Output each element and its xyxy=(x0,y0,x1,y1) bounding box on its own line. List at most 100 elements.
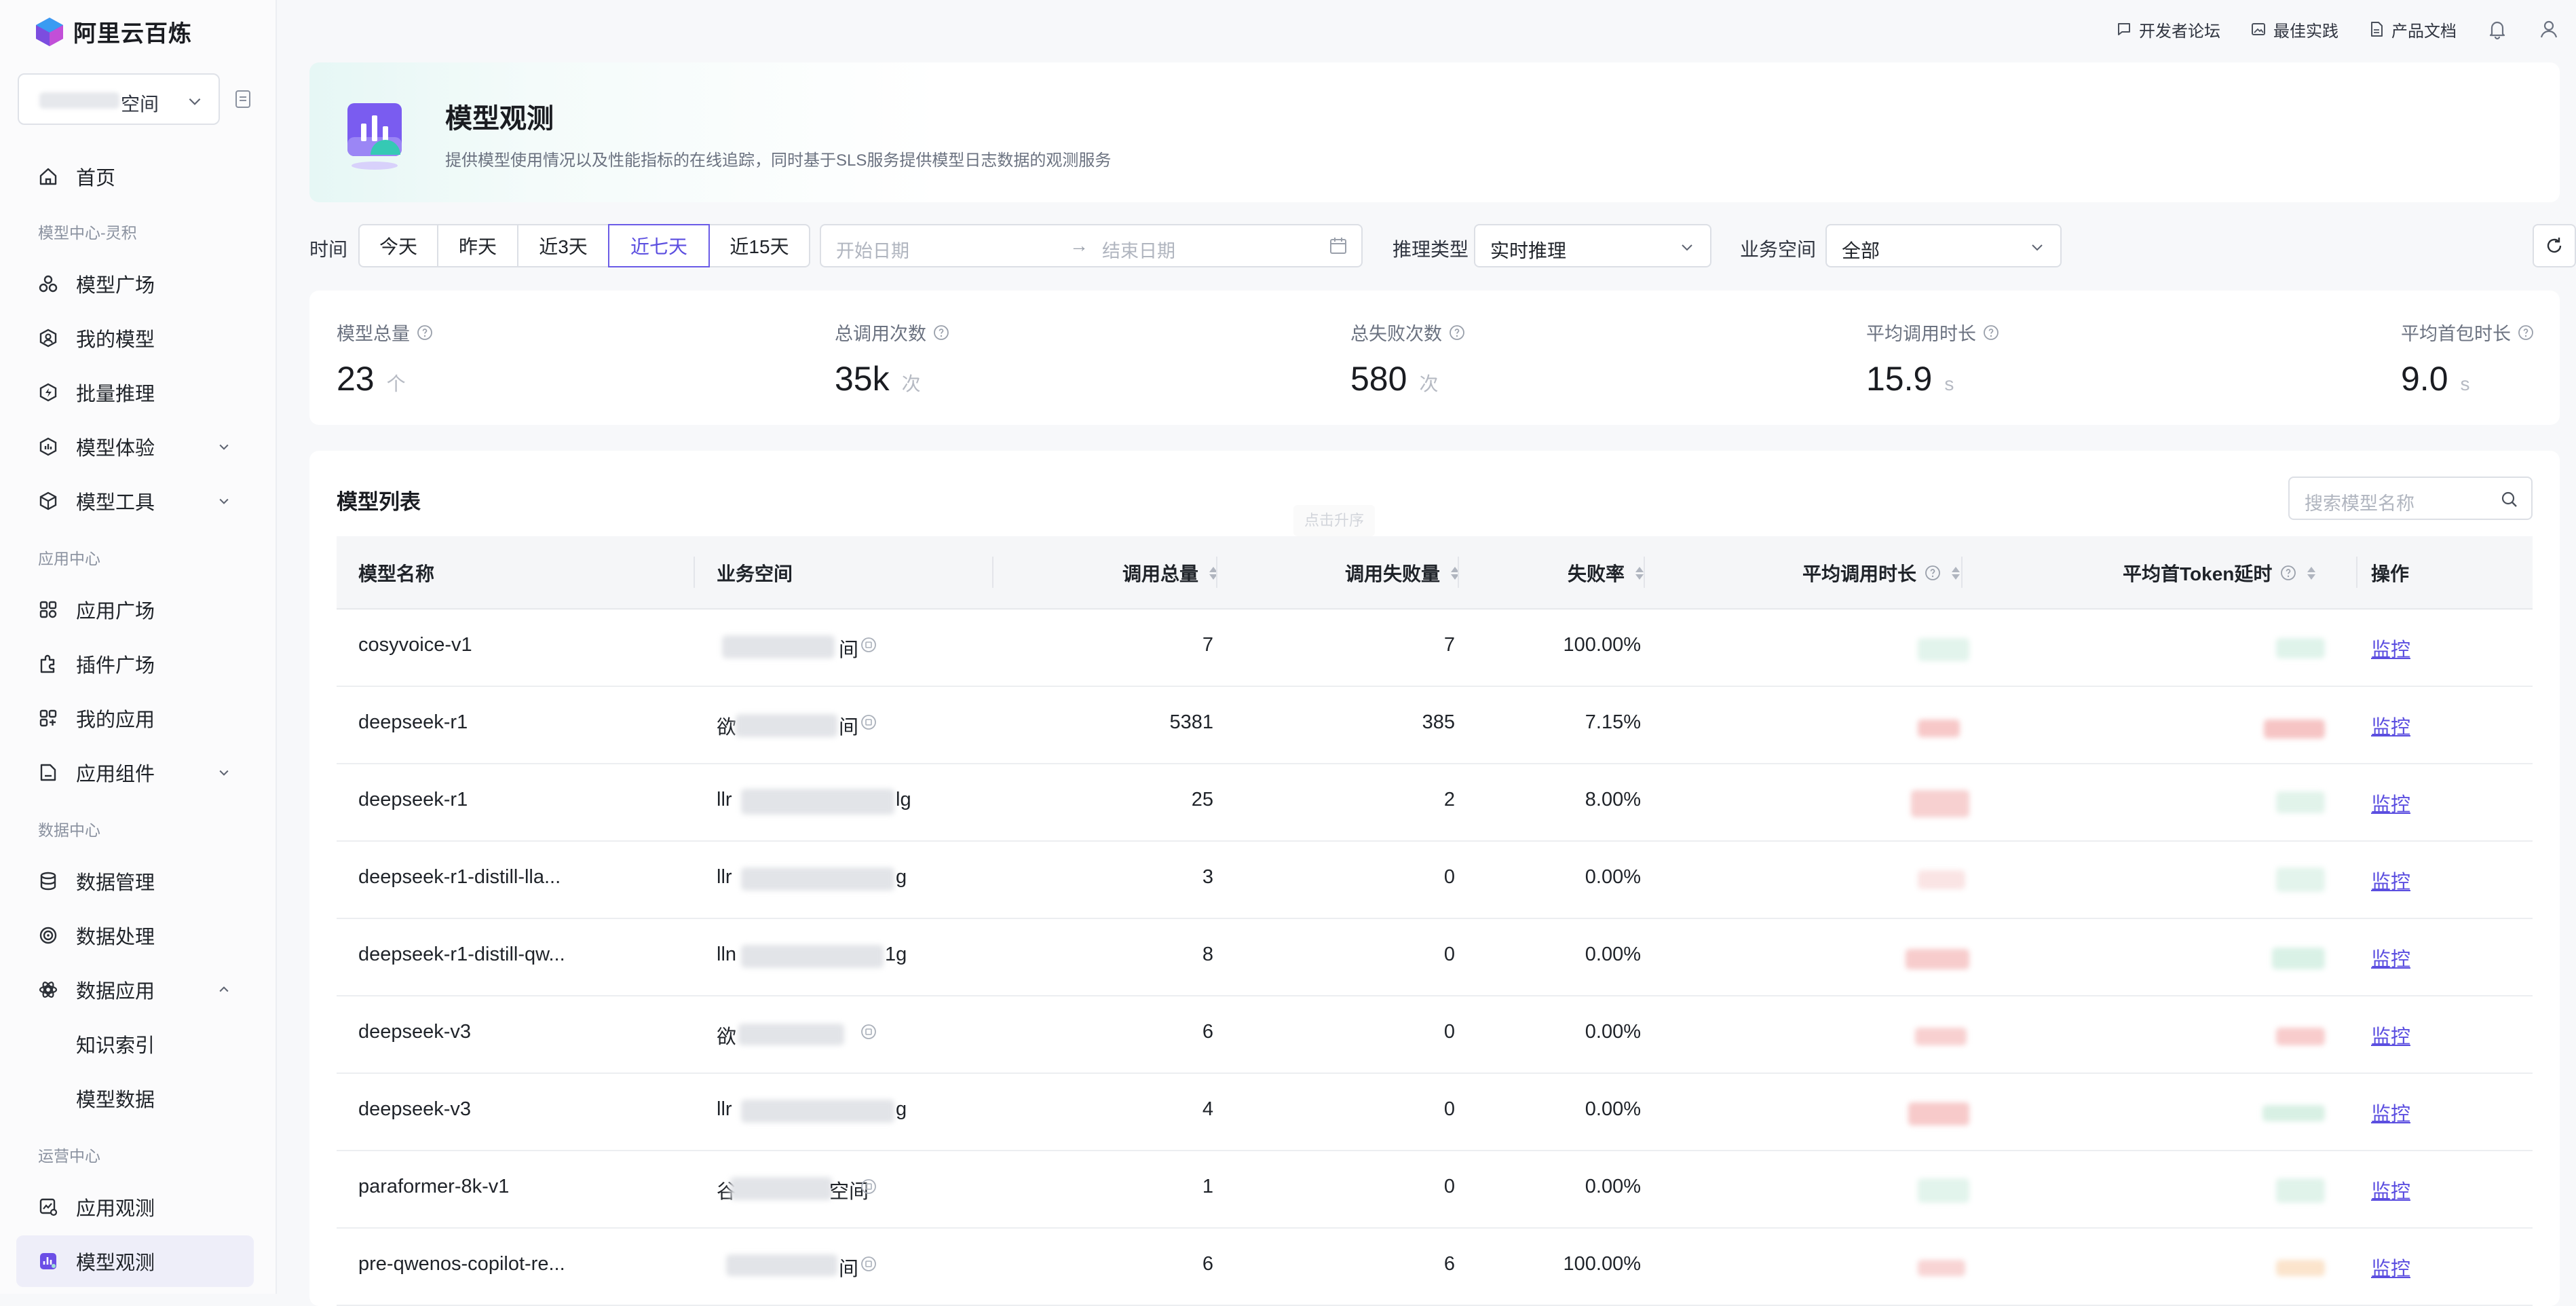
fail-rate-cell: 0.00% xyxy=(1585,866,1641,888)
model-search-input[interactable]: 搜索模型名称 xyxy=(2288,477,2533,520)
data-application-icon xyxy=(38,980,58,1000)
monitor-link[interactable]: 监控 xyxy=(2371,789,2410,817)
sidebar-item-data-management[interactable]: 数据管理 xyxy=(16,855,254,907)
monitor-link[interactable]: 监控 xyxy=(2371,1253,2410,1282)
search-placeholder: 搜索模型名称 xyxy=(2305,493,2414,514)
copy-icon[interactable] xyxy=(860,1024,877,1040)
sidebar-item-batch-inference[interactable]: 批量推理 xyxy=(16,367,254,418)
section-app-center: 应用中心 xyxy=(38,550,100,567)
search-icon[interactable] xyxy=(2500,490,2519,509)
range-today-button[interactable]: 今天 xyxy=(358,224,438,267)
copy-icon[interactable] xyxy=(860,714,877,730)
help-icon[interactable] xyxy=(417,324,433,341)
col-first-token-sort[interactable]: 平均首Token延时 xyxy=(2123,559,2316,586)
help-icon[interactable] xyxy=(1925,565,1941,581)
total-calls-cell: 1 xyxy=(1202,1176,1213,1197)
sidebar-item-knowledge-index[interactable]: 知识索引 xyxy=(16,1018,254,1070)
page-description: 提供模型使用情况以及性能指标的在线追踪，同时基于SLS服务提供模型日志数据的观测… xyxy=(445,151,1112,170)
business-space-select[interactable]: 全部 xyxy=(1825,224,2062,267)
sidebar-item-home[interactable]: 首页 xyxy=(16,151,254,202)
model-name-cell: deepseek-v3 xyxy=(358,1021,472,1043)
stat-label: 模型总量 xyxy=(337,324,410,344)
plugin-icon xyxy=(38,654,58,674)
time-range-segmented: 今天 昨天 近3天 近七天 近15天 xyxy=(358,224,810,267)
page-title: 模型观测 xyxy=(445,104,554,134)
monitor-link[interactable]: 监控 xyxy=(2371,1021,2410,1049)
col-label: 业务空间 xyxy=(717,563,793,584)
help-icon[interactable] xyxy=(1983,324,1999,341)
sidebar-item-label: 知识索引 xyxy=(76,1035,155,1057)
fail-calls-cell: 0 xyxy=(1443,1098,1455,1120)
sidebar-item-my-models[interactable]: 我的模型 xyxy=(16,312,254,364)
sidebar-item-model-square[interactable]: 模型广场 xyxy=(16,258,254,310)
avg-duration-redacted xyxy=(1908,1102,1969,1125)
sidebar-item-data-application[interactable]: 数据应用 xyxy=(16,964,254,1015)
col-divider xyxy=(1644,557,1645,588)
space-redacted xyxy=(730,1177,832,1200)
sidebar-item-model-data[interactable]: 模型数据 xyxy=(16,1072,254,1124)
chevron-down-icon xyxy=(2032,244,2043,251)
range-yesterday-button[interactable]: 昨天 xyxy=(438,224,518,267)
col-fail-rate-sort[interactable]: 失败率 xyxy=(1568,559,1644,586)
sidebar-item-app-observe[interactable]: 应用观测 xyxy=(16,1181,254,1233)
monitor-link[interactable]: 监控 xyxy=(2371,634,2410,663)
col-fail-calls-sort[interactable]: 调用失败量 xyxy=(1345,559,1460,586)
brand-logo[interactable]: 阿里云百炼 xyxy=(34,15,192,48)
monitor-link[interactable]: 监控 xyxy=(2371,1176,2410,1204)
fail-calls-cell: 0 xyxy=(1443,1176,1455,1197)
monitor-link[interactable]: 监控 xyxy=(2371,866,2410,895)
range-7days-button[interactable]: 近七天 xyxy=(608,224,710,267)
total-calls-cell: 3 xyxy=(1202,866,1213,888)
copy-icon[interactable] xyxy=(860,637,877,653)
workspace-name-suffix: 空间 xyxy=(121,94,159,115)
space-suffix: g xyxy=(896,866,907,888)
model-observe-icon xyxy=(38,1251,58,1271)
copy-icon[interactable] xyxy=(860,1256,877,1272)
monitor-link[interactable]: 监控 xyxy=(2371,711,2410,740)
inference-type-select[interactable]: 实时推理 xyxy=(1474,224,1711,267)
sidebar-item-model-tools[interactable]: 模型工具 xyxy=(16,475,254,527)
batch-inference-icon xyxy=(38,382,58,403)
stat-value: 9.0 xyxy=(2401,360,2448,398)
sidebar-item-app-square[interactable]: 应用广场 xyxy=(16,584,254,635)
date-range-picker[interactable]: 开始日期 → 结束日期 xyxy=(820,224,1363,267)
monitor-link[interactable]: 监控 xyxy=(2371,944,2410,972)
sidebar-item-app-components[interactable]: 应用组件 xyxy=(16,747,254,798)
my-models-icon xyxy=(38,328,58,348)
refresh-button[interactable] xyxy=(2533,224,2576,267)
chevron-up-icon xyxy=(219,986,229,992)
stats-panel: 模型总量 23 个 总调用次数 35k 次 总失败次数 580 次 平均调用时长 15… xyxy=(309,291,2560,425)
fail-rate-cell: 8.00% xyxy=(1585,789,1641,810)
sidebar-item-data-processing[interactable]: 数据处理 xyxy=(16,910,254,961)
sidebar-item-label: 模型广场 xyxy=(76,275,155,297)
sidebar-item-model-experience[interactable]: 模型体验 xyxy=(16,421,254,472)
model-name-cell: deepseek-r1 xyxy=(358,711,468,733)
help-icon[interactable] xyxy=(933,324,949,341)
help-icon[interactable] xyxy=(1449,324,1465,341)
col-total-calls-sort[interactable]: 调用总量 xyxy=(1122,559,1218,586)
sidebar-item-label: 模型数据 xyxy=(76,1089,155,1111)
sidebar-item-plugin-square[interactable]: 插件广场 xyxy=(16,638,254,690)
col-label: 操作 xyxy=(2371,563,2410,584)
col-avg-duration-sort[interactable]: 平均调用时长 xyxy=(1802,559,1961,586)
monitor-link[interactable]: 监控 xyxy=(2371,1098,2410,1127)
help-icon[interactable] xyxy=(2518,324,2534,341)
model-list-title: 模型列表 xyxy=(337,490,421,514)
range-3days-button[interactable]: 近3天 xyxy=(518,224,609,267)
range-15days-button[interactable]: 近15天 xyxy=(710,224,810,267)
chevron-down-icon xyxy=(219,444,229,450)
document-icon[interactable] xyxy=(235,90,251,109)
sidebar-item-label: 插件广场 xyxy=(76,655,155,677)
space-prefix: llr xyxy=(717,789,732,810)
col-divider xyxy=(1961,557,1963,588)
copy-icon[interactable] xyxy=(860,1178,877,1195)
fail-calls-cell: 2 xyxy=(1443,789,1455,810)
inference-type-label: 推理类型 xyxy=(1393,239,1469,260)
model-square-icon xyxy=(38,274,58,294)
sidebar-item-model-observe[interactable]: 模型观测 xyxy=(16,1235,254,1287)
help-icon[interactable] xyxy=(2280,565,2296,581)
space-redacted xyxy=(741,867,894,891)
refresh-icon xyxy=(2547,238,2562,253)
sidebar-item-my-apps[interactable]: 我的应用 xyxy=(16,692,254,744)
workspace-select[interactable]: 空间 xyxy=(18,73,220,125)
